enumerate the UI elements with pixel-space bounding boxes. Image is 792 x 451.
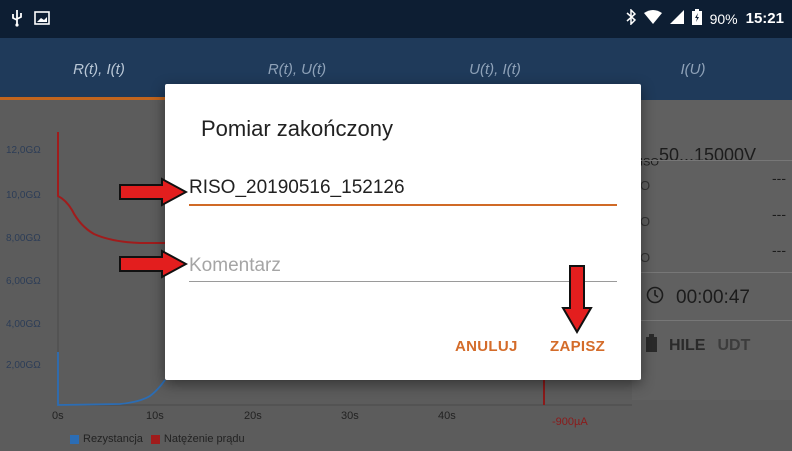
x-tick-label: 0s (52, 410, 64, 422)
clock-icon (646, 286, 664, 310)
divider (640, 272, 792, 273)
x-tick-label: 30s (341, 410, 359, 422)
mode-label: HILE (669, 336, 706, 354)
battery-icon (691, 9, 702, 28)
voltage-range-value: 50...15000V (658, 145, 757, 165)
wifi-icon (643, 10, 662, 27)
dialog-title: Pomiar zakończony (201, 116, 393, 141)
y-tick-label: 12,0GΩ (6, 145, 41, 156)
legend-label-resistance: Rezystancja (83, 433, 143, 445)
signal-icon (669, 10, 684, 27)
measurement-name-input[interactable] (189, 172, 617, 206)
status-bar: 90% 15:21 (0, 0, 792, 38)
annotation-arrow-right-icon (119, 249, 188, 279)
current-value-label: -900µA (552, 416, 588, 428)
result-value: --- (772, 170, 786, 186)
x-tick-label: 40s (438, 410, 456, 422)
elapsed-timer: 00:00:47 (646, 286, 750, 310)
y-tick-label: 6,00GΩ (6, 276, 41, 287)
mode-indicators: HILE UDT (646, 334, 750, 357)
battery-percent: 90% (709, 10, 738, 27)
save-button[interactable]: ZAPISZ (550, 338, 605, 355)
image-icon (34, 11, 50, 30)
x-tick-label: 20s (244, 410, 262, 422)
divider (640, 320, 792, 321)
udt-label: UDT (717, 336, 751, 354)
y-tick-label: 2,00GΩ (6, 360, 41, 371)
cancel-button[interactable]: ANULUJ (455, 338, 518, 355)
annotation-arrow-right-icon (119, 177, 188, 207)
usb-icon (10, 9, 24, 32)
y-tick-label: 4,00GΩ (6, 319, 41, 330)
voltage-range-sub: ISO (640, 156, 659, 169)
x-tick-label: 10s (146, 410, 164, 422)
timer-value: 00:00:47 (676, 287, 750, 308)
save-measurement-dialog: Pomiar zakończony ANULUJ ZAPISZ (165, 84, 641, 380)
result-label: O (640, 178, 651, 193)
legend-swatch-current (150, 434, 160, 444)
resistance-series-line (57, 352, 166, 406)
comment-input[interactable] (189, 250, 617, 282)
clock: 15:21 (745, 10, 784, 27)
chart-legend: Rezystancja Natężenie prądu (70, 433, 245, 445)
legend-swatch-resistance (70, 434, 79, 444)
battery-level-icon (646, 334, 657, 357)
voltage-range-label: ISO50...15000V (640, 145, 756, 169)
divider (640, 160, 792, 161)
result-value: --- (772, 242, 786, 258)
bluetooth-icon (626, 8, 636, 28)
legend-label-current: Natężenie prądu (163, 433, 245, 445)
y-tick-label: 10,0GΩ (6, 190, 41, 201)
y-tick-label: 8,00GΩ (6, 233, 41, 244)
result-label: O (640, 250, 651, 265)
result-value: --- (772, 206, 786, 222)
annotation-arrow-down-icon (561, 265, 593, 334)
result-label: O (640, 214, 651, 229)
